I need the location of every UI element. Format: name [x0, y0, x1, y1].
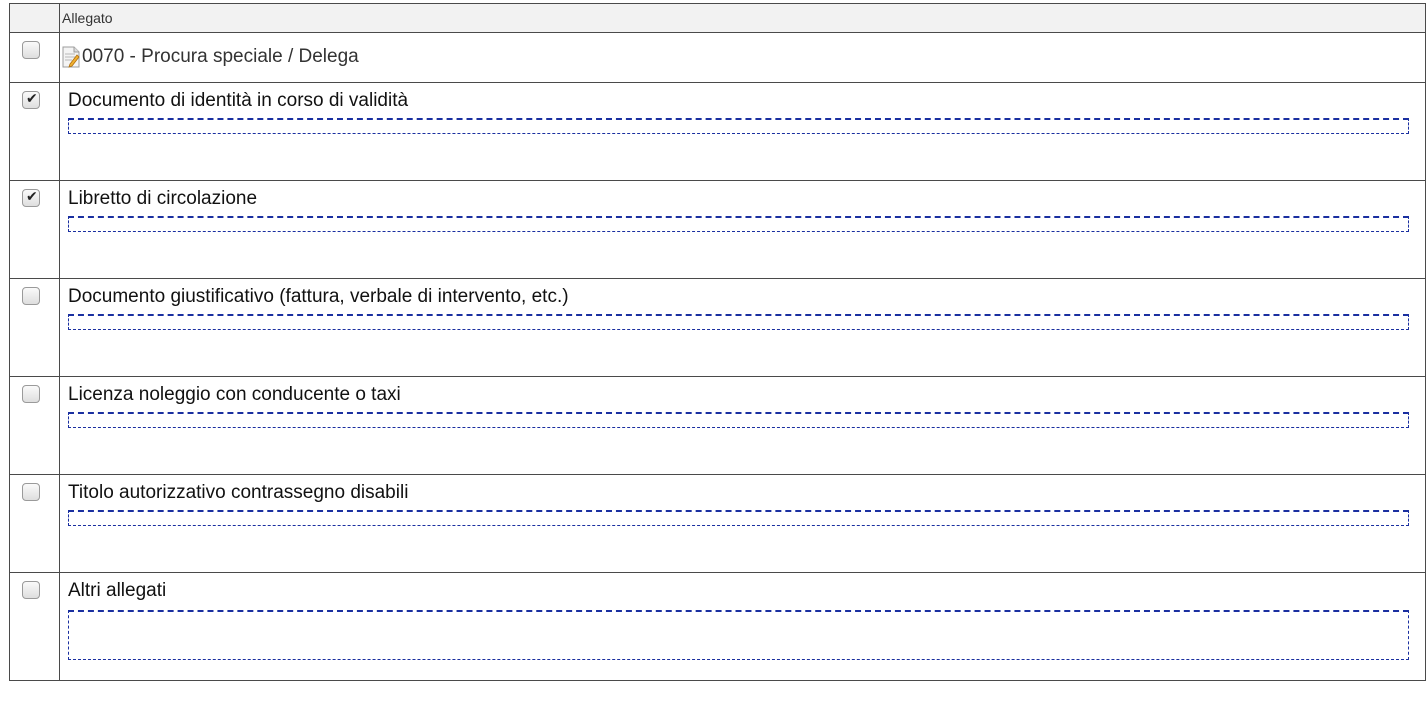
attachment-label: Altri allegati [68, 580, 167, 601]
check-cell [9, 474, 60, 573]
check-cell [9, 32, 60, 83]
attachment-note-field[interactable] [68, 610, 1409, 660]
document-edit-icon[interactable] [62, 46, 80, 68]
check-cell [9, 376, 60, 475]
table-row: Altri allegati [9, 572, 1426, 681]
label-cell: Licenza noleggio con conducente o taxi [59, 376, 1426, 475]
table-row: Licenza noleggio con conducente o taxi [9, 376, 1426, 475]
check-cell [9, 572, 60, 681]
first-row-content: 0070 - Procura speciale / Delega [60, 33, 1425, 68]
table-row: 0070 - Procura speciale / Delega [9, 32, 1426, 83]
first-row-label: 0070 - Procura speciale / Delega [82, 46, 359, 67]
table-header-row: Allegato [9, 3, 1426, 33]
checkbox-checked[interactable]: ✔ [22, 189, 40, 207]
attachment-note-field[interactable] [68, 118, 1409, 134]
checkmark-icon: ✔ [26, 91, 38, 107]
label-cell: Documento di identità in corso di validi… [59, 82, 1426, 181]
checkbox[interactable] [22, 287, 40, 305]
attachments-table: Allegato 0070 - Procura speciale / Deleg… [9, 3, 1426, 681]
attachment-note-field[interactable] [68, 216, 1409, 232]
label-cell: Documento giustificativo (fattura, verba… [59, 278, 1426, 377]
checkbox[interactable] [22, 385, 40, 403]
check-cell: ✔ [9, 180, 60, 279]
attachment-label: Licenza noleggio con conducente o taxi [68, 384, 401, 405]
label-cell: Titolo autorizzativo contrassegno disabi… [59, 474, 1426, 573]
checkmark-icon: ✔ [26, 189, 38, 205]
header-allegato-label: Allegato [62, 10, 113, 26]
checkbox[interactable] [22, 483, 40, 501]
check-cell: ✔ [9, 82, 60, 181]
label-cell: Altri allegati [59, 572, 1426, 681]
table-row: Documento giustificativo (fattura, verba… [9, 278, 1426, 377]
attachment-note-field[interactable] [68, 314, 1409, 330]
attachment-label: Titolo autorizzativo contrassegno disabi… [68, 482, 409, 503]
attachment-label: Documento di identità in corso di validi… [68, 90, 409, 111]
header-check-cell [9, 3, 60, 33]
table-row: Titolo autorizzativo contrassegno disabi… [9, 474, 1426, 573]
header-allegato-cell: Allegato [59, 3, 1426, 33]
check-cell [9, 278, 60, 377]
attachment-label: Libretto di circolazione [68, 188, 258, 209]
label-cell: Libretto di circolazione [59, 180, 1426, 279]
checkbox-checked[interactable]: ✔ [22, 91, 40, 109]
attachment-note-field[interactable] [68, 510, 1409, 526]
checkbox[interactable] [22, 581, 40, 599]
table-row: ✔ Documento di identità in corso di vali… [9, 82, 1426, 181]
checkbox[interactable] [22, 41, 40, 59]
attachment-label: Documento giustificativo (fattura, verba… [68, 286, 569, 307]
attachment-note-field[interactable] [68, 412, 1409, 428]
label-cell: 0070 - Procura speciale / Delega [59, 32, 1426, 83]
table-row: ✔ Libretto di circolazione [9, 180, 1426, 279]
